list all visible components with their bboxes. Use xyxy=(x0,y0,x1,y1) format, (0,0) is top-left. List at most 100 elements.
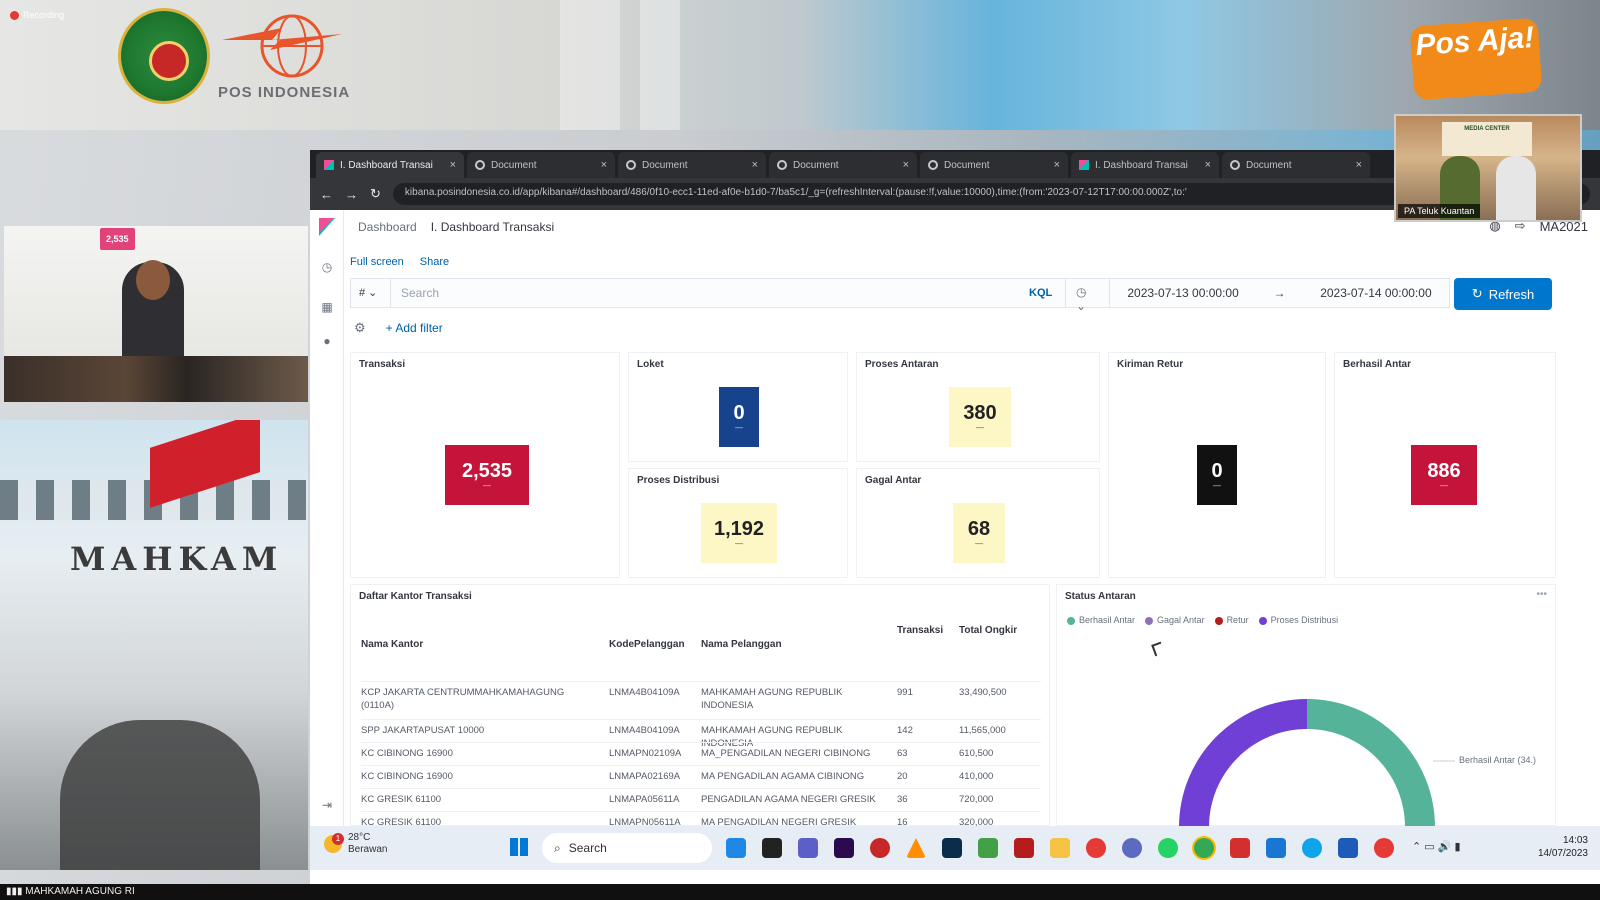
table-cell: KCP JAKARTA CENTRUMMAHKAMAHAGUNG (0110A) xyxy=(361,687,565,711)
collapse-nav-icon[interactable]: ⇥ xyxy=(319,798,335,814)
column-header[interactable]: KodePelanggan xyxy=(609,639,685,650)
user-icon[interactable]: ● xyxy=(319,334,335,350)
close-tab-icon[interactable]: × xyxy=(601,159,607,171)
browser-tab[interactable]: Document × xyxy=(618,152,766,178)
panel-title: Transaksi xyxy=(359,359,406,370)
app-icon[interactable] xyxy=(870,838,890,858)
metric-berhasil-antar[interactable]: 886— xyxy=(1411,445,1477,505)
donut-slice-proses-distribusi[interactable] xyxy=(1179,699,1307,827)
taskbar-search[interactable]: ⌕ Search xyxy=(542,833,712,863)
file-explorer-icon[interactable] xyxy=(1050,838,1070,858)
metric-transaksi[interactable]: 2,535— xyxy=(445,445,529,505)
chrome-active-icon[interactable] xyxy=(1194,838,1214,858)
table-row[interactable]: KCP JAKARTA CENTRUMMAHKAMAHAGUNG (0110A)… xyxy=(361,681,1041,719)
whatsapp-icon[interactable] xyxy=(1158,838,1178,858)
spreadsheet-icon[interactable] xyxy=(978,838,998,858)
arrow-icon: → xyxy=(1273,286,1286,300)
photoshop-icon[interactable] xyxy=(942,838,962,858)
close-tab-icon[interactable]: × xyxy=(903,159,909,171)
notepad-icon[interactable] xyxy=(1266,838,1286,858)
kibana-logo-icon[interactable] xyxy=(319,218,335,236)
kibana-favicon-icon xyxy=(1079,160,1089,170)
column-header[interactable]: Nama Kantor xyxy=(361,639,423,650)
chat-icon[interactable] xyxy=(798,838,818,858)
word-icon[interactable] xyxy=(1338,838,1358,858)
clock-icon[interactable]: ◷ xyxy=(319,260,335,276)
video-app-icon[interactable] xyxy=(1014,838,1034,858)
table-cell: KC CIBINONG 16900 xyxy=(361,771,453,782)
weather-widget[interactable]: 1 28°C Berawan xyxy=(324,832,387,856)
breadcrumb-dashboard[interactable]: Dashboard xyxy=(358,220,417,234)
kibana-favicon-icon xyxy=(324,160,334,170)
acrobat-icon[interactable] xyxy=(1230,838,1250,858)
column-header[interactable]: Transaksi xyxy=(897,625,943,636)
kibana-app: ◷ ▦ ● ⇥ Dashboard I. Dashboard Transaksi… xyxy=(310,210,1600,828)
metric-gagal-antar[interactable]: 68— xyxy=(953,503,1005,563)
metric-proses-antaran[interactable]: 380— xyxy=(949,387,1011,447)
media-center-board: MEDIA CENTER xyxy=(1442,122,1532,156)
table-cell: 20 xyxy=(897,771,908,782)
tab-title: Document xyxy=(491,159,537,171)
browser-tab[interactable]: I. Dashboard Transai × xyxy=(316,152,464,178)
kql-toggle[interactable]: KQL xyxy=(1029,287,1065,299)
refresh-button[interactable]: ↻ Refresh xyxy=(1454,278,1552,310)
table-row[interactable]: KC CIBINONG 16900 LNMAPA02169A MA PENGADIL… xyxy=(361,765,1041,788)
clock-date: 14/07/2023 xyxy=(1537,848,1588,859)
vlc-icon[interactable] xyxy=(906,838,926,858)
table-row[interactable]: KC GRESIK 61100 LNMAPA05611A PENGADILAN AG… xyxy=(361,788,1041,811)
record-icon xyxy=(10,10,19,20)
dashboard-icon[interactable]: ▦ xyxy=(319,300,335,316)
table-row[interactable]: KC CIBINONG 16900 LNMAPN02109A MA_PENGADIL… xyxy=(361,742,1041,765)
browser-tab[interactable]: Document × xyxy=(467,152,615,178)
table-row[interactable]: SPP JAKARTAPUSAT 10000 LNMA4B04109A MAHKAM… xyxy=(361,719,1041,749)
screen-recording: Recording POS INDONESIA Pos Aja! 2,535 M… xyxy=(0,0,1600,900)
browser-tab[interactable]: I. Dashboard Transai × xyxy=(1071,152,1219,178)
forward-icon[interactable]: → xyxy=(345,187,358,202)
panel-kiriman-retur: Kiriman Retur 0— xyxy=(1108,352,1326,578)
reload-icon[interactable]: ↻ xyxy=(370,186,381,202)
fullscreen-link[interactable]: Full screen xyxy=(350,256,404,268)
premiere-icon[interactable] xyxy=(834,838,854,858)
browser-window: I. Dashboard Transai × Document × Document × D… xyxy=(310,150,1600,886)
calendar-icon[interactable]: ◷ ⌄ xyxy=(1065,279,1109,313)
task-view-icon[interactable] xyxy=(762,838,782,858)
panel-title: Proses Distribusi xyxy=(637,475,720,486)
windows-start-icon[interactable] xyxy=(510,838,528,856)
browser-tab[interactable]: Document × xyxy=(920,152,1068,178)
close-tab-icon[interactable]: × xyxy=(752,159,758,171)
close-tab-icon[interactable]: × xyxy=(1205,159,1211,171)
browser-tab[interactable]: Document × xyxy=(1222,152,1370,178)
close-tab-icon[interactable]: × xyxy=(1054,159,1060,171)
browser-icon[interactable] xyxy=(1122,838,1142,858)
copilot-icon[interactable] xyxy=(726,838,746,858)
table-cell: 63 xyxy=(897,748,908,759)
panel-status-antaran: Status Antaran ••• Berhasil Antar Gagal A… xyxy=(1056,584,1556,827)
search-input[interactable]: Search xyxy=(391,286,1029,300)
add-filter-link[interactable]: + Add filter xyxy=(386,321,443,335)
participant-figure xyxy=(1496,156,1536,220)
date-end[interactable]: 2023-07-14 00:00:00 xyxy=(1320,286,1431,300)
column-header[interactable]: Nama Pelanggan xyxy=(701,639,782,650)
chrome-icon[interactable] xyxy=(1086,838,1106,858)
column-header[interactable]: Total Ongkir xyxy=(959,625,1017,636)
tray-icons[interactable]: ⌃ ▭ 🔊 ▮ xyxy=(1412,840,1461,853)
edge-icon[interactable] xyxy=(1302,838,1322,858)
browser-tab[interactable]: Document × xyxy=(769,152,917,178)
share-link[interactable]: Share xyxy=(420,256,449,268)
close-tab-icon[interactable]: × xyxy=(1356,159,1362,171)
metric-kiriman-retur[interactable]: 0— xyxy=(1197,445,1237,505)
donut-slice-berhasil-antar[interactable] xyxy=(1307,699,1435,827)
dashboard-subnav: Full screen Share xyxy=(350,256,449,268)
filter-settings-icon[interactable]: ⚙ xyxy=(354,320,366,336)
chrome-profile-icon[interactable] xyxy=(1374,838,1394,858)
metric-loket[interactable]: 0— xyxy=(719,387,759,447)
table-cell: PENGADILAN AGAMA NEGERI GRESIK xyxy=(701,794,876,805)
saved-query-toggle[interactable]: # ⌄ xyxy=(351,279,391,307)
refresh-icon: ↻ xyxy=(1471,286,1483,301)
system-clock[interactable]: 14:03 14/07/2023 xyxy=(1538,834,1588,860)
metric-proses-distribusi[interactable]: 1,192— xyxy=(701,503,777,563)
close-tab-icon[interactable]: × xyxy=(450,159,456,171)
table-cell: LNMAPA05611A xyxy=(609,794,680,805)
back-icon[interactable]: ← xyxy=(320,187,333,202)
date-start[interactable]: 2023-07-13 00:00:00 xyxy=(1127,286,1238,300)
